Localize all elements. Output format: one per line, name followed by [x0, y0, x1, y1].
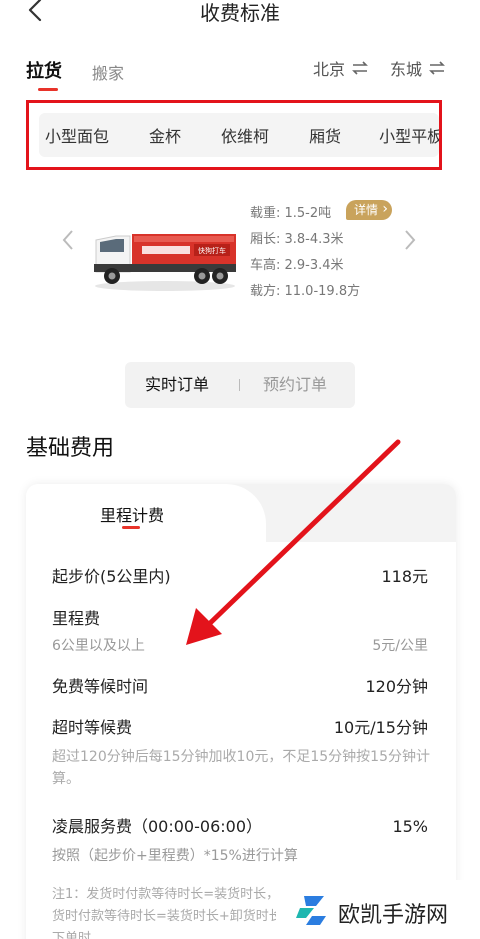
tab-cargo[interactable]: 拉货	[26, 60, 62, 84]
district-selector[interactable]: 东城	[390, 56, 446, 80]
tab-moving[interactable]: 搬家	[92, 62, 124, 86]
overtime-fee-value: 10元/15分钟	[333, 718, 428, 737]
fee-footnote: 注1：发货时付款等待时长=装货时长，卸货时付款等待时长=装货时长+卸货时长；下单…	[52, 887, 295, 939]
fee-standard-page: 收费标准 拉货 搬家 北京 东城 小型面包 金杯 依维柯 厢货 小型平板 快狗打…	[0, 0, 480, 939]
start-price-label: 起步价(5公里内)	[52, 567, 171, 586]
mileage-fee-label: 里程费	[52, 609, 101, 628]
vehicle-type-tab[interactable]: 金杯	[149, 123, 181, 147]
vehicle-type-tab[interactable]: 厢货	[309, 123, 341, 147]
chevron-right-icon[interactable]	[402, 228, 418, 252]
toggle-divider	[239, 379, 240, 391]
overtime-fee-note: 超过120分钟后每15分钟加收10元，不足15分钟按15分钟计算。	[52, 749, 430, 787]
chevron-left-icon[interactable]	[60, 228, 76, 252]
night-fee-value: 15%	[392, 817, 428, 836]
realtime-order-option[interactable]: 实时订单	[145, 374, 209, 396]
city-selector[interactable]: 北京	[313, 56, 369, 80]
spec-volume: 载方: 11.0-19.8方	[250, 284, 361, 299]
tab-mileage-billing[interactable]: 里程计费	[100, 502, 164, 526]
vehicle-type-tabs: 小型面包 金杯 依维柯 厢货 小型平板	[39, 113, 439, 157]
card-tab-indicator	[122, 526, 140, 529]
truck-image: 快狗打车	[94, 234, 236, 291]
watermark-text: 欧凯手游网	[338, 903, 449, 928]
start-price-value: 118元	[381, 567, 428, 586]
swap-icon	[352, 61, 368, 75]
free-wait-label: 免费等候时间	[52, 677, 149, 696]
vehicle-type-tab[interactable]: 依维柯	[221, 123, 269, 147]
mileage-fee-range: 6公里以及以上	[52, 638, 145, 654]
overtime-fee-label: 超时等候费	[52, 718, 133, 737]
active-tab-indicator	[38, 88, 58, 91]
night-fee-note: 按照（起步价+里程费）*15%进行计算	[52, 848, 298, 864]
page-title: 收费标准	[200, 1, 280, 25]
vehicle-type-tab[interactable]: 小型面包	[45, 123, 109, 147]
watermark-logo-icon	[296, 896, 326, 925]
spec-load: 载重: 1.5-2吨	[250, 206, 332, 221]
order-type-toggle: 实时订单 预约订单	[125, 362, 355, 408]
vehicle-type-highlight-box: 小型面包 金杯 依维柯 厢货 小型平板	[26, 100, 442, 170]
mileage-fee-value: 5元/公里	[372, 638, 428, 654]
night-fee-label: 凌晨服务费（00:00-06:00）	[52, 817, 262, 836]
scheduled-order-option[interactable]: 预约订单	[263, 374, 327, 396]
free-wait-value: 120分钟	[365, 677, 428, 696]
swap-icon	[429, 61, 445, 75]
section-title-base-fee: 基础费用	[26, 436, 115, 461]
district-label: 东城	[390, 60, 423, 79]
detail-button[interactable]: 详情	[346, 199, 393, 220]
truck-brand-text: 快狗打车	[198, 246, 226, 255]
spec-height: 车高: 2.9-3.4米	[250, 258, 344, 273]
spec-box-length: 厢长: 3.8-4.3米	[250, 232, 344, 247]
vehicle-type-tab[interactable]: 小型平板	[379, 123, 439, 147]
watermark: 欧凯手游网	[276, 880, 480, 939]
city-label: 北京	[313, 60, 346, 79]
fee-card: 里程计费 起步价(5公里内) 118元 里程费 6公里以及以上 5元/公里 免费…	[26, 484, 456, 939]
